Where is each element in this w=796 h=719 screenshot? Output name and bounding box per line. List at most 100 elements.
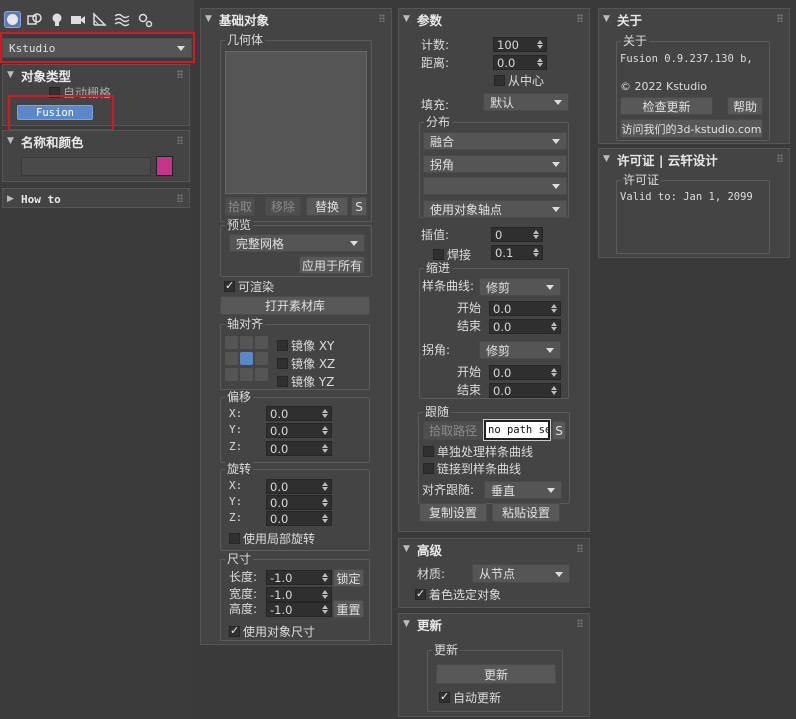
remove-button[interactable]: 移除 xyxy=(265,197,301,216)
preview-mode-dropdown[interactable]: 完整网格 xyxy=(229,234,365,252)
spinner-arrows-icon[interactable] xyxy=(536,39,544,50)
geometry-list[interactable] xyxy=(225,51,367,194)
distance-spinner[interactable]: 0.0 xyxy=(493,55,547,70)
start-spinner[interactable]: 0.0 xyxy=(489,301,561,316)
pick-button[interactable]: 拾取 xyxy=(225,197,255,216)
distribution-dropdown-1[interactable]: 融合 xyxy=(423,132,567,150)
update-button[interactable]: 更新 xyxy=(436,664,556,684)
axis-cell[interactable] xyxy=(240,352,253,365)
each-spline-checkbox[interactable] xyxy=(423,446,434,457)
mirror-xz-checkbox[interactable] xyxy=(277,358,288,369)
fill-dropdown[interactable]: 默认 xyxy=(483,93,569,111)
spinner-arrows-icon[interactable] xyxy=(321,408,329,419)
camera-icon[interactable] xyxy=(69,11,86,28)
spinner-arrows-icon[interactable] xyxy=(536,57,544,68)
rotation-z-spinner[interactable]: 0.0 xyxy=(266,511,332,526)
help-button[interactable]: 帮助 xyxy=(727,97,763,115)
axis-cell[interactable] xyxy=(255,368,268,381)
color-swatch[interactable] xyxy=(156,156,173,176)
apply-all-button[interactable]: 应用于所有 xyxy=(299,256,365,274)
renderable-checkbox[interactable] xyxy=(224,279,235,292)
howto-header[interactable]: ▶ How to xyxy=(3,189,189,209)
spinner-arrows-icon[interactable] xyxy=(321,425,329,436)
distribution-dropdown-3[interactable] xyxy=(423,177,567,195)
spinner-arrows-icon[interactable] xyxy=(532,229,540,240)
about-header[interactable]: ▼ 关于 xyxy=(599,9,789,29)
spinner-arrows-icon[interactable] xyxy=(321,604,329,615)
spline-dropdown[interactable]: 修剪 xyxy=(479,278,561,296)
name-input[interactable] xyxy=(21,157,151,176)
end-spinner[interactable]: 0.0 xyxy=(489,319,561,334)
auto-update-checkbox[interactable] xyxy=(439,690,450,703)
weld-checkbox[interactable] xyxy=(433,249,444,260)
height-spinner[interactable]: -1.0 xyxy=(266,602,332,617)
shapes-icon[interactable] xyxy=(26,11,43,28)
link-spline-checkbox[interactable] xyxy=(423,463,434,474)
copy-settings-button[interactable]: 复制设置 xyxy=(419,503,487,522)
color-selected-checkbox[interactable] xyxy=(415,587,426,600)
rotation-y-spinner[interactable]: 0.0 xyxy=(266,495,332,510)
axis-cell[interactable] xyxy=(255,336,268,349)
spinner-arrows-icon[interactable] xyxy=(550,321,558,332)
replace-button[interactable]: 替换 xyxy=(306,197,348,216)
spinner-arrows-icon[interactable] xyxy=(550,367,558,378)
params-header[interactable]: ▼ 参数 xyxy=(399,9,589,29)
path-s-button[interactable]: S xyxy=(552,421,566,440)
s-button[interactable]: S xyxy=(351,197,367,216)
paste-settings-button[interactable]: 粘贴设置 xyxy=(492,503,560,522)
spacewarps-icon[interactable] xyxy=(113,11,130,28)
local-rotation-checkbox[interactable] xyxy=(229,533,240,544)
weld-spinner[interactable]: 0.1 xyxy=(491,245,543,260)
interp-spinner[interactable]: 0 xyxy=(491,227,543,242)
axis-cell[interactable] xyxy=(225,368,238,381)
offset-y-spinner[interactable]: 0.0 xyxy=(266,423,332,438)
material-dropdown[interactable]: 从节点 xyxy=(472,564,570,583)
check-update-button[interactable]: 检查更新 xyxy=(620,97,713,115)
spinner-arrows-icon[interactable] xyxy=(550,303,558,314)
length-spinner[interactable]: -1.0 xyxy=(266,570,332,585)
spinner-arrows-icon[interactable] xyxy=(321,513,329,524)
rotation-x-spinner[interactable]: 0.0 xyxy=(266,479,332,494)
spinner-arrows-icon[interactable] xyxy=(550,385,558,396)
spinner-arrows-icon[interactable] xyxy=(321,589,329,600)
name-color-header[interactable]: ▼ 名称和颜色 xyxy=(3,131,189,151)
count-spinner[interactable]: 100 xyxy=(493,37,547,52)
axis-cell[interactable] xyxy=(240,368,253,381)
update-header[interactable]: ▼ 更新 xyxy=(399,614,589,634)
align-follow-dropdown[interactable]: 垂直 xyxy=(484,481,562,499)
start2-spinner[interactable]: 0.0 xyxy=(489,365,561,380)
spinner-arrows-icon[interactable] xyxy=(321,481,329,492)
object-type-header[interactable]: ▼ 对象类型 xyxy=(3,65,189,85)
offset-x-spinner[interactable]: 0.0 xyxy=(266,406,332,421)
base-object-header[interactable]: ▼ 基础对象 xyxy=(201,9,391,29)
advanced-header[interactable]: ▼ 高级 xyxy=(399,539,589,559)
axis-cell[interactable] xyxy=(225,336,238,349)
axis-cell[interactable] xyxy=(255,352,268,365)
axis-align-grid[interactable] xyxy=(225,336,270,382)
spinner-arrows-icon[interactable] xyxy=(321,572,329,583)
helpers-icon[interactable] xyxy=(91,11,108,28)
from-center-checkbox[interactable] xyxy=(494,75,505,86)
systems-icon[interactable] xyxy=(136,11,153,28)
corner-dropdown[interactable]: 修剪 xyxy=(479,341,561,359)
sphere-icon[interactable] xyxy=(4,11,21,28)
axis-cell[interactable] xyxy=(240,336,253,349)
pick-path-button[interactable]: 拾取路径 xyxy=(423,421,483,440)
open-library-button[interactable]: 打开素材库 xyxy=(220,296,370,315)
visit-website-button[interactable]: 访问我们的3d-kstudio.com xyxy=(620,119,763,138)
license-header[interactable]: ▼ 许可证 | 云轩设计 xyxy=(599,149,789,169)
pivot-dropdown[interactable]: 使用对象轴点 xyxy=(423,200,567,218)
light-icon[interactable] xyxy=(48,11,65,28)
path-field[interactable]: no path se xyxy=(483,419,551,441)
width-spinner[interactable]: -1.0 xyxy=(266,587,332,602)
use-object-size-checkbox[interactable] xyxy=(229,624,240,637)
spinner-arrows-icon[interactable] xyxy=(321,443,329,454)
reset-button[interactable]: 重置 xyxy=(333,600,364,618)
mirror-yz-checkbox[interactable] xyxy=(277,376,288,387)
distribution-dropdown-2[interactable]: 拐角 xyxy=(423,155,567,173)
mirror-xy-checkbox[interactable] xyxy=(277,340,288,351)
spinner-arrows-icon[interactable] xyxy=(532,247,540,258)
axis-cell[interactable] xyxy=(225,352,238,365)
lock-button[interactable]: 锁定 xyxy=(333,569,364,587)
spinner-arrows-icon[interactable] xyxy=(321,497,329,508)
